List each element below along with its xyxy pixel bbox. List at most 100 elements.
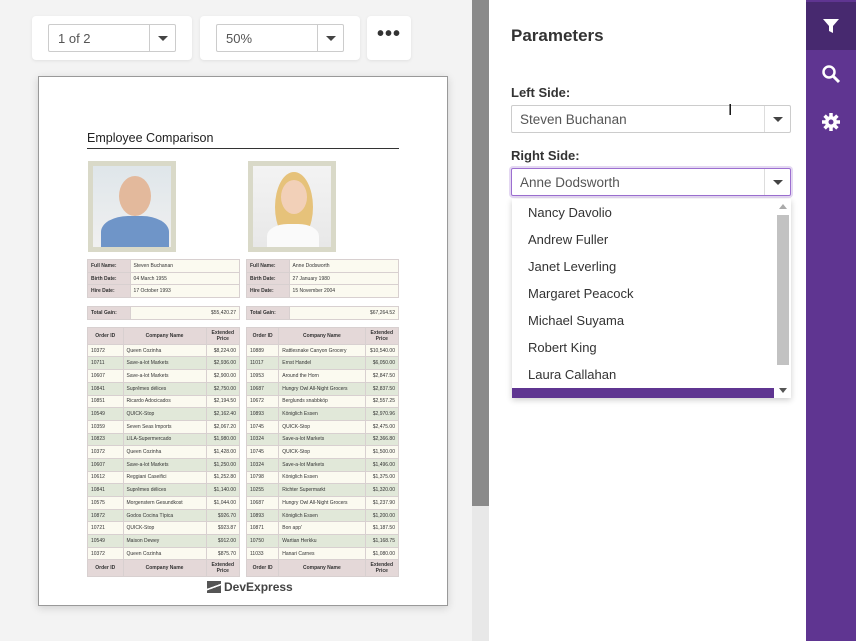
page-selector-value: 1 of 2 (58, 31, 91, 46)
table-row: 10672 Berglunds snabbköp $2,557.25 (245, 394, 400, 409)
dropdown-option[interactable]: Laura Callahan (512, 361, 791, 388)
table-row: 10893 Königlich Essen $1,200.00 (245, 508, 400, 523)
price-cell: $1,237.90 (364, 496, 400, 510)
order-id-cell: 10575 (87, 496, 124, 510)
price-cell: $1,187.50 (364, 521, 400, 536)
company-cell: Rattlesnake Canyon Grocery (278, 343, 366, 358)
order-id-cell: 11033 (245, 546, 280, 561)
order-id-cell: 10841 (87, 483, 124, 497)
order-id-header: Order ID (87, 326, 124, 345)
company-cell: Berglunds snabbköp (278, 394, 366, 409)
sidebar-settings-button[interactable] (806, 98, 856, 146)
zoom-selector[interactable]: 50% (216, 24, 344, 52)
sidebar (806, 0, 856, 641)
right-side-label: Right Side: (511, 148, 580, 163)
price-cell: $912.00 (205, 534, 241, 548)
price-cell: $1,980.00 (205, 432, 241, 447)
table-row: 10372 Queen Cozinha $8,224.00 (87, 343, 241, 358)
scroll-down-icon[interactable] (779, 388, 787, 393)
dropdown-option[interactable]: Janet Leverling (512, 253, 791, 280)
sidebar-parameters-button[interactable] (806, 2, 856, 50)
report-page: Employee Comparison Full Name: Steven Buc… (38, 76, 448, 606)
page-selector[interactable]: 1 of 2 (48, 24, 176, 52)
more-button[interactable]: ••• (367, 16, 411, 60)
price-cell: $1,140.00 (205, 483, 241, 497)
left-side-value: Steven Buchanan (520, 112, 627, 127)
order-id-cell: 10721 (87, 521, 124, 536)
company-cell: Königlich Essen (278, 407, 366, 421)
chevron-down-icon[interactable] (764, 106, 790, 132)
order-id-cell: 10372 (87, 343, 124, 358)
price-cell: $2,900.00 (205, 369, 241, 383)
price-cell: $8,224.00 (205, 343, 241, 358)
order-id-cell: 10324 (245, 432, 280, 447)
table-row: 10721 QUICK-Stop $923.87 (87, 521, 241, 536)
company-header: Company Name (278, 326, 366, 345)
price-cell: $1,080.00 (364, 546, 400, 561)
scroll-up-icon[interactable] (779, 204, 787, 209)
dropdown-option[interactable]: Andrew Fuller (512, 226, 791, 253)
price-header: Extended Price (364, 326, 400, 345)
panel-splitter[interactable] (472, 0, 489, 506)
scroll-thumb[interactable] (777, 215, 789, 365)
price-cell: $923.87 (205, 521, 241, 536)
table-row: 10687 Hungry Owl All-Night Grocers $1,237.… (245, 496, 400, 510)
birth-date-value: 04 March 1955 (129, 271, 241, 286)
price-cell: $1,252.80 (205, 470, 241, 485)
birth-date-value: 27 January 1980 (288, 271, 400, 286)
order-id-cell: 10607 (87, 457, 124, 472)
company-header: Company Name (278, 559, 366, 578)
table-row: 10372 Queen Cozinha $875.70 (87, 546, 241, 561)
company-cell: Save-a-lot Markets (122, 457, 207, 472)
company-cell: Reggiani Caseifici (122, 470, 207, 485)
dropdown-option[interactable]: Margaret Peacock (512, 280, 791, 307)
chevron-down-icon[interactable] (317, 25, 343, 51)
company-cell: Save-a-lot Markets (122, 369, 207, 383)
table-row: 10711 Save-a-lot Markets $2,936.00 (87, 356, 241, 371)
table-row: 10953 Around the Horn $2,847.50 (245, 369, 400, 383)
full-name-row: Full Name: Anne Dodsworth (246, 259, 400, 273)
order-id-cell: 10711 (87, 356, 124, 371)
selected-item-highlight[interactable] (512, 388, 774, 398)
full-name-label: Full Name: (87, 259, 131, 273)
company-cell: Königlich Essen (278, 508, 366, 523)
hire-date-value: 15 November 2004 (288, 284, 400, 299)
order-id-header: Order ID (87, 559, 124, 578)
order-id-cell: 10255 (245, 483, 280, 497)
table-row: 10607 Save-a-lot Markets $1,250.00 (87, 457, 241, 472)
filter-icon (823, 19, 839, 33)
company-cell: QUICK-Stop (122, 407, 207, 421)
order-id-cell: 10372 (87, 445, 124, 459)
company-cell: Save-a-lot Markets (122, 356, 207, 371)
order-id-cell: 10871 (245, 521, 280, 536)
price-cell: $1,428.00 (205, 445, 241, 459)
price-cell: $2,475.00 (364, 419, 400, 434)
total-gain-row: Total Gain: $67,264.52 (246, 306, 400, 320)
order-id-cell: 10672 (245, 394, 280, 409)
dropdown-scrollbar[interactable] (776, 201, 789, 393)
price-cell: $1,200.00 (364, 508, 400, 523)
price-header: Extended Price (205, 559, 241, 578)
sidebar-search-button[interactable] (806, 50, 856, 98)
preview-area: 1 of 2 50% ••• Employee Comparison Full … (0, 0, 472, 641)
chevron-down-icon[interactable] (149, 25, 175, 51)
search-icon (822, 65, 841, 84)
dropdown-option[interactable]: Nancy Davolio (512, 199, 791, 226)
order-id-cell: 10359 (87, 419, 124, 434)
right-side-select[interactable]: Anne Dodsworth (511, 168, 791, 196)
table-row: 10823 LILA-Supermercado $1,980.00 (87, 432, 241, 447)
price-cell: $6,050.00 (364, 356, 400, 371)
table-row: 10893 Königlich Essen $2,970.96 (245, 407, 400, 421)
total-gain-row: Total Gain: $55,420.27 (87, 306, 241, 320)
text-cursor-icon: I (728, 102, 733, 119)
hire-date-label: Hire Date: (87, 284, 131, 299)
left-side-label: Left Side: (511, 85, 571, 100)
panel-splitter-bottom (472, 506, 489, 641)
chevron-down-icon[interactable] (764, 169, 790, 195)
price-cell: $2,067.20 (205, 419, 241, 434)
company-cell: Bon app' (278, 521, 366, 536)
left-side-select[interactable]: Steven Buchanan (511, 105, 791, 133)
dropdown-option[interactable]: Robert King (512, 334, 791, 361)
order-id-cell: 10823 (87, 432, 124, 447)
dropdown-option[interactable]: Michael Suyama (512, 307, 791, 334)
